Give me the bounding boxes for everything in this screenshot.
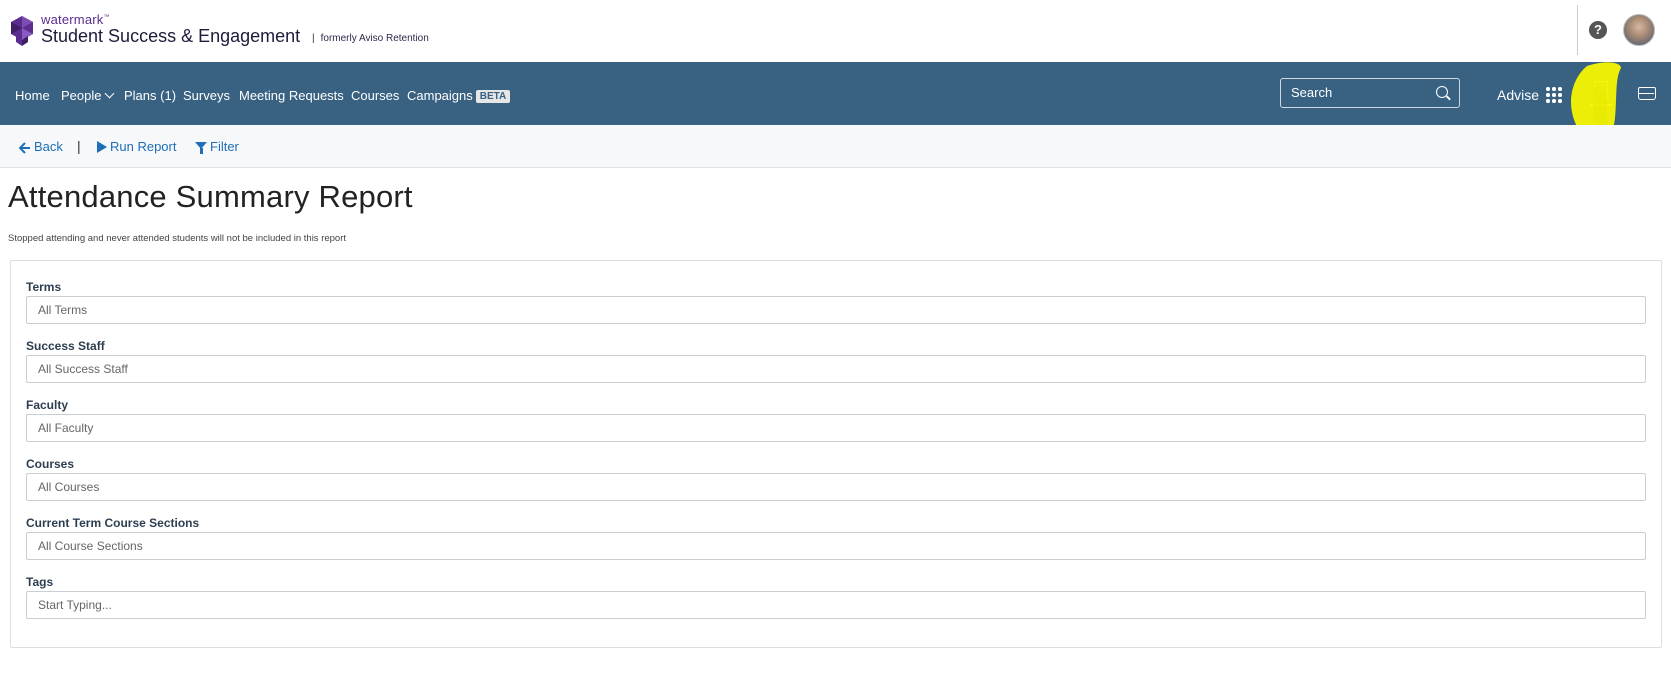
courses-label: Courses [26, 457, 75, 471]
course-sections-label: Current Term Course Sections [26, 516, 200, 530]
faculty-input[interactable]: All Faculty [26, 414, 1646, 442]
terms-label: Terms [26, 280, 62, 294]
header-divider [1577, 5, 1578, 55]
faculty-label: Faculty [26, 398, 69, 412]
main-nav: Home People Plans (1) Surveys Meeting Re… [0, 62, 1671, 125]
nav-courses[interactable]: Courses [351, 88, 399, 103]
help-icon[interactable]: ? [1589, 21, 1607, 39]
nav-surveys[interactable]: Surveys [183, 88, 230, 103]
page-title: Attendance Summary Report [8, 179, 413, 214]
tags-input[interactable]: Start Typing... [26, 591, 1646, 619]
tags-label: Tags [26, 575, 54, 589]
nav-campaigns[interactable]: Campaigns BETA [407, 88, 511, 104]
run-report-button[interactable]: Run Report [97, 139, 176, 154]
course-sections-input[interactable]: All Course Sections [26, 532, 1646, 560]
terms-input[interactable]: All Terms [26, 296, 1646, 324]
arrow-left-icon [19, 141, 30, 154]
filter-icon [195, 142, 207, 155]
app-grid-icon[interactable] [1546, 87, 1562, 103]
advise-label[interactable]: Advise [1497, 87, 1539, 103]
nav-home[interactable]: Home [15, 88, 50, 103]
top-header: watermark™ Student Success & Engagement … [0, 0, 1671, 62]
search-icon[interactable] [1436, 86, 1448, 98]
chevron-down-icon [105, 88, 115, 99]
report-toolbar: Back | Run Report Filter [0, 125, 1671, 168]
brand-formerly: | formerly Aviso Retention [312, 33, 429, 44]
page-note: Stopped attending and never attended stu… [8, 233, 347, 244]
filter-button[interactable]: Filter [195, 139, 239, 155]
nav-people[interactable]: People [61, 88, 115, 103]
watermark-logo-icon [11, 16, 33, 46]
success-staff-label: Success Staff [26, 339, 105, 353]
courses-input[interactable]: All Courses [26, 473, 1646, 501]
nav-meeting-requests[interactable]: Meeting Requests [239, 88, 344, 103]
brand-product-name: Student Success & Engagement [41, 26, 301, 46]
back-button[interactable]: Back [19, 139, 63, 154]
search-input[interactable]: Search [1280, 78, 1460, 108]
nav-plans[interactable]: Plans (1) [124, 88, 176, 103]
beta-badge: BETA [475, 90, 511, 103]
success-staff-input[interactable]: All Success Staff [26, 355, 1646, 383]
user-avatar[interactable] [1623, 14, 1655, 46]
inbox-icon[interactable] [1638, 87, 1656, 100]
brand-watermark: watermark™ [41, 12, 110, 27]
play-icon [97, 140, 107, 153]
toolbar-separator: | [77, 138, 81, 154]
